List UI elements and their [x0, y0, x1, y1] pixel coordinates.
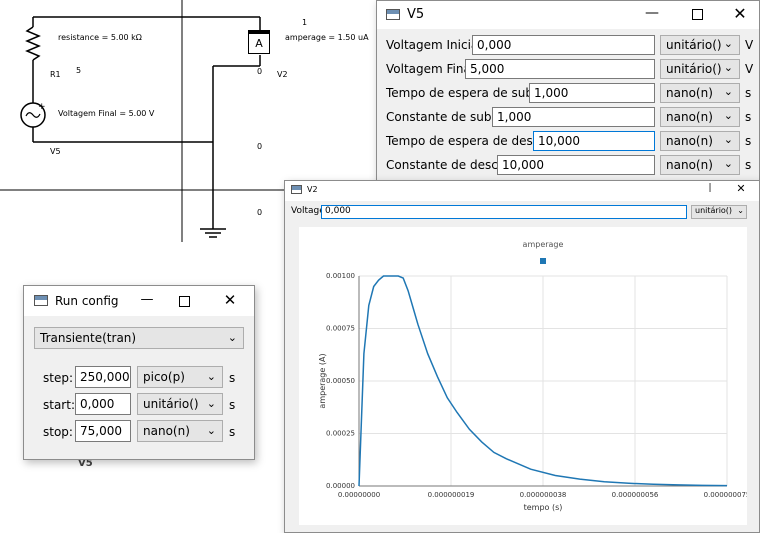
v5-titlebar[interactable]: V5 — ✕: [377, 1, 759, 29]
v5-window-title: V5: [407, 7, 425, 22]
r1-label: R1: [50, 70, 61, 79]
x-axis-label: tempo (s): [524, 503, 563, 512]
voltage-input[interactable]: 0,000: [321, 205, 687, 219]
chevron-down-icon: ⌄: [206, 397, 216, 410]
tempo-descida-input[interactable]: 10,000: [533, 131, 655, 151]
voltagem-inicial-label: Voltagem Inicial:: [386, 38, 486, 52]
v5-label: V5: [50, 147, 61, 156]
constante-descida-unit: s: [745, 158, 752, 172]
voltagem-inicial-unit: V: [745, 38, 754, 52]
stop-input[interactable]: 75,000: [75, 420, 131, 442]
svg-text:+: +: [38, 102, 46, 112]
start-unit-select[interactable]: unitário() ⌄: [137, 393, 223, 415]
legend-swatch: [540, 258, 546, 264]
y-tick-label: 0.00025: [326, 430, 355, 438]
chevron-down-icon: ⌄: [723, 37, 733, 50]
y-tick-label: 0.00000: [326, 482, 355, 490]
stop-unit-select[interactable]: nano(n) ⌄: [137, 420, 223, 442]
ammeter-icon: A: [248, 30, 270, 54]
amperage-label: amperage = 1.50 uA: [285, 33, 369, 42]
tempo-subida-unit: s: [745, 86, 752, 100]
node-0-label-b: 0: [257, 142, 263, 151]
v2-chart-window: V2 | ✕ Voltage: 0,000 unitário() ⌄ 0.0000…: [284, 180, 760, 533]
node-0-label: 0: [257, 67, 263, 76]
x-tick-label: 0.000000056: [612, 491, 659, 499]
analysis-type-select[interactable]: Transiente(tran) ⌄: [34, 327, 244, 349]
v2-label: V2: [277, 70, 288, 79]
step-label: step:: [43, 371, 73, 385]
close-icon[interactable]: ✕: [215, 291, 245, 309]
node-1-label: 1: [302, 18, 308, 27]
y-tick-label: 0.00075: [326, 325, 355, 333]
chevron-down-icon: ⌄: [723, 133, 733, 146]
minimize-icon[interactable]: —: [637, 5, 667, 21]
chart-title: amperage: [523, 240, 564, 249]
v2-titlebar[interactable]: V2 | ✕: [285, 181, 759, 201]
x-tick-label: 0.00000000: [338, 491, 380, 499]
step-unit-select[interactable]: pico(p) ⌄: [137, 366, 223, 388]
chevron-down-icon: ⌄: [227, 331, 237, 344]
x-tick-label: 0.000000075: [704, 491, 747, 499]
run-config-title: Run config: [55, 294, 119, 308]
voltage-source-icon: +: [25, 102, 46, 118]
voltagem-final-unit: V: [745, 62, 754, 76]
constante-subida-input[interactable]: 1,000: [492, 107, 655, 127]
tempo-descida-unit-select[interactable]: nano(n) ⌄: [660, 131, 740, 151]
minimize-icon[interactable]: —: [132, 292, 162, 307]
voltagem-final-input[interactable]: 5,000: [465, 59, 655, 79]
amperage-chart: 0.00000000 0.000000019 0.000000038 0.000000…: [318, 240, 750, 512]
chevron-down-icon: ⌄: [723, 157, 733, 170]
resistance-label: resistance = 5.00 kΩ: [58, 33, 142, 42]
ammeter-symbol: A: [255, 37, 263, 50]
y-tick-label: 0.00050: [326, 377, 355, 385]
voltagem-inicial-input[interactable]: 0,000: [472, 35, 655, 55]
constante-descida-input[interactable]: 10,000: [497, 155, 655, 175]
minimize-icon[interactable]: |: [700, 183, 720, 193]
chevron-down-icon: ⌄: [206, 370, 216, 383]
chevron-down-icon: ⌄: [206, 424, 216, 437]
constante-subida-unit-select[interactable]: nano(n) ⌄: [660, 107, 740, 127]
x-tick-label: 0.000000019: [428, 491, 475, 499]
chevron-down-icon: ⌄: [723, 61, 733, 74]
step-input[interactable]: 250,000: [75, 366, 131, 388]
tempo-subida-unit-select[interactable]: nano(n) ⌄: [660, 83, 740, 103]
y-tick-label: 0.00100: [326, 272, 355, 280]
stop-label: stop:: [43, 425, 73, 439]
stop-unit: s: [229, 425, 236, 439]
v5-window: V5 — ✕ Voltagem Inicial: 0,000 unitário(…: [376, 0, 760, 181]
start-label: start:: [43, 398, 75, 412]
chevron-down-icon: ⌄: [737, 206, 744, 215]
v2-window-title: V2: [307, 185, 318, 194]
maximize-icon[interactable]: [682, 3, 712, 24]
maximize-icon[interactable]: [169, 290, 199, 311]
step-unit: s: [229, 371, 236, 385]
window-app-icon: [291, 185, 302, 194]
voltagem-inicial-unit-select[interactable]: unitário() ⌄: [660, 35, 740, 55]
chevron-down-icon: ⌄: [723, 109, 733, 122]
x-tick-label: 0.000000038: [520, 491, 567, 499]
voltage-unit-select[interactable]: unitário() ⌄: [691, 205, 747, 219]
node-0-label-c: 0: [257, 208, 263, 217]
window-app-icon: [386, 9, 400, 20]
run-config-window: Run config — ✕ Transiente(tran) ⌄ step: 2…: [23, 285, 255, 460]
start-unit: s: [229, 398, 236, 412]
start-input[interactable]: 0,000: [75, 393, 131, 415]
chart-area: 0.00000000 0.000000019 0.000000038 0.000000…: [299, 227, 750, 525]
constante-descida-unit-select[interactable]: nano(n) ⌄: [660, 155, 740, 175]
chevron-down-icon: ⌄: [723, 85, 733, 98]
constante-subida-unit: s: [745, 110, 752, 124]
tempo-descida-unit: s: [745, 134, 752, 148]
tempo-subida-input[interactable]: 1,000: [529, 83, 655, 103]
voltagem-final-unit-select[interactable]: unitário() ⌄: [660, 59, 740, 79]
voltage-label: Voltagem Final = 5.00 V: [58, 109, 155, 118]
window-app-icon: [34, 295, 48, 306]
r1-note: 5: [76, 66, 82, 75]
close-icon[interactable]: ✕: [731, 182, 751, 195]
close-icon[interactable]: ✕: [725, 4, 755, 23]
run-config-titlebar[interactable]: Run config — ✕: [24, 286, 254, 316]
y-axis-label: amperage (A): [318, 353, 327, 408]
